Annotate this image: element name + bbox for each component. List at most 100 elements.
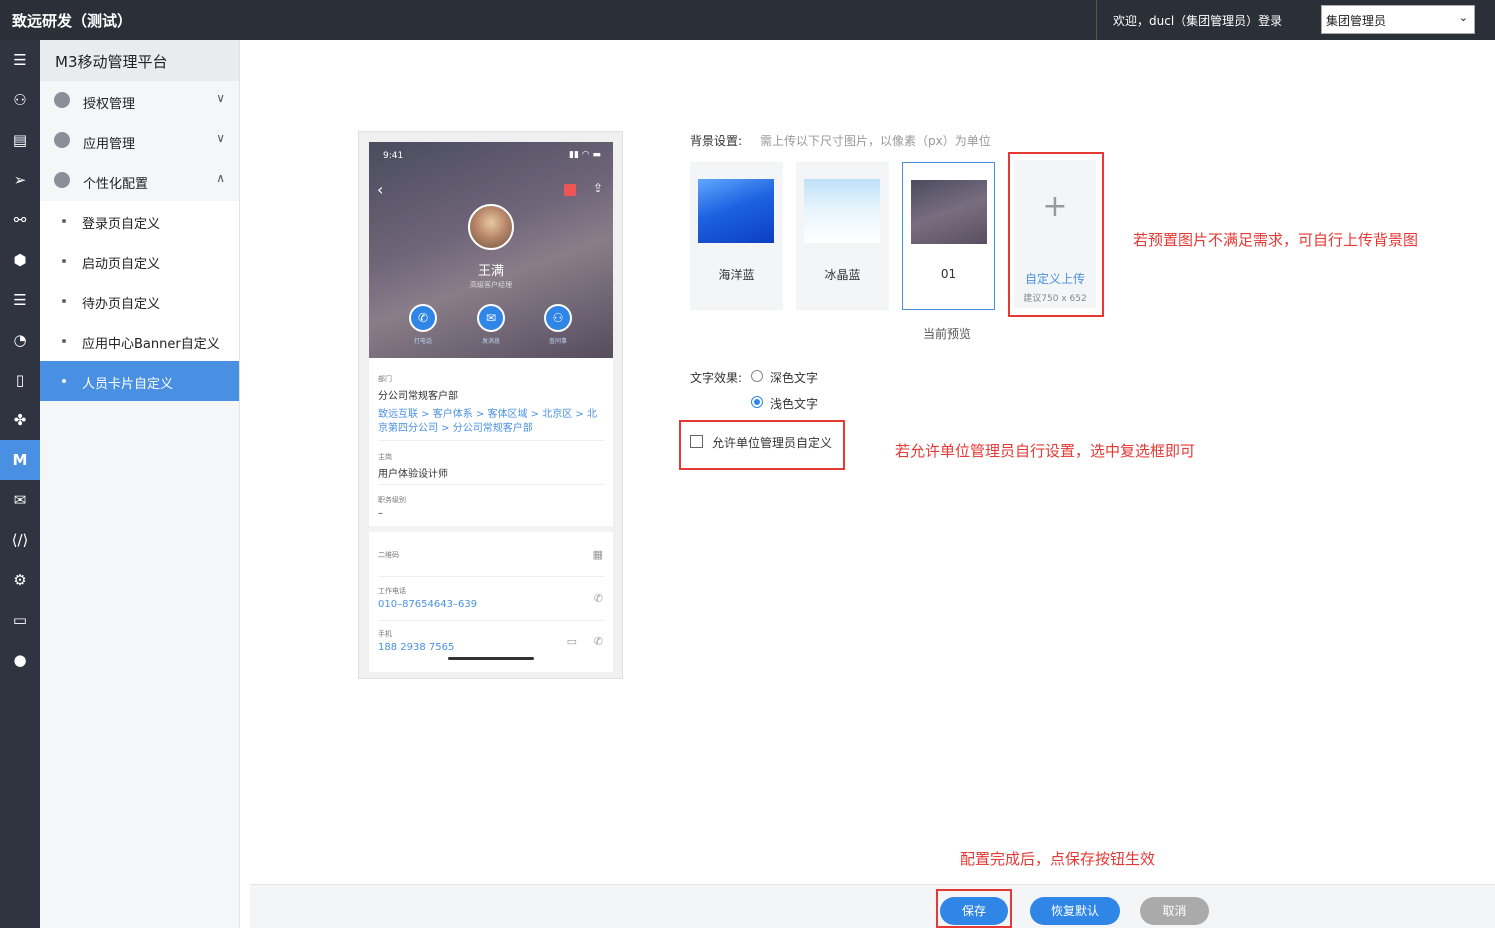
server-icon[interactable]: ☰ xyxy=(0,280,40,320)
icon-bar: ☰ ⚇ ▤ ➢ ⚯ ⬢ ☰ ◔ ▯ ✤ M ✉ ⟨/⟩ ⚙ ▭ ● xyxy=(0,40,40,928)
palette-icon xyxy=(54,172,70,188)
sidebar-subitem-todo[interactable]: 待办页自定义 xyxy=(40,281,239,321)
sidebar-subitem-label: 登录页自定义 xyxy=(82,217,161,232)
status-time: 9:41 xyxy=(383,151,404,161)
radio-light-text-label: 浅色文字 xyxy=(770,397,819,411)
gear-icon xyxy=(54,92,70,108)
chat-icon[interactable]: ✉ xyxy=(0,480,40,520)
user-icon[interactable]: ● xyxy=(0,640,40,680)
work-phone-value: 010–87654643–639 xyxy=(378,599,478,610)
footer-bar xyxy=(250,884,1495,928)
send-icon[interactable]: ➢ xyxy=(0,160,40,200)
apps-icon[interactable]: ✤ xyxy=(0,400,40,440)
back-icon: ‹ xyxy=(377,180,384,199)
post-label: 主岗 xyxy=(378,453,392,461)
settings-icon[interactable]: ⚙ xyxy=(0,560,40,600)
link-icon[interactable]: ⚯ xyxy=(0,200,40,240)
bg-option-ocean[interactable]: 海洋蓝 xyxy=(690,162,783,310)
person-title: 高级客户经理 xyxy=(470,281,512,289)
divider xyxy=(378,484,604,485)
action-label-message: 发消息 xyxy=(481,338,500,345)
card-hero: 9:41 ▮▮ ◠ ▬ ‹ ⇪ 王满 高级客户经理 ✆ ✉ ⚇ 打电话 发消息 … xyxy=(369,142,613,358)
annotation-box-upload xyxy=(1008,152,1104,317)
sidebar-item-auth[interactable]: 授权管理 ∨ xyxy=(40,81,239,121)
person-name: 王满 xyxy=(477,264,504,279)
chevron-up-icon: ∧ xyxy=(216,171,225,185)
sidebar-item-personalize[interactable]: 个性化配置 ∧ xyxy=(40,161,239,201)
chevron-down-icon: ∨ xyxy=(216,91,225,105)
cancel-button[interactable]: 取消 xyxy=(1140,897,1209,925)
share-icon: ⇪ xyxy=(592,181,603,195)
welcome-text: 欢迎，ducl（集团管理员）登录 xyxy=(1113,14,1283,28)
annotation-save-note: 配置完成后，点保存按钮生效 xyxy=(960,850,1156,868)
colleague-icon: ⚇ xyxy=(544,304,572,332)
dept-value: 分公司常规客户部 xyxy=(378,391,458,402)
sidebar-item-apps[interactable]: 应用管理 ∨ xyxy=(40,121,239,161)
annotation-box-checkbox xyxy=(679,420,845,470)
qr-label: 二维码 xyxy=(378,551,399,559)
phone-icon: ✆ xyxy=(593,635,603,648)
bullet-icon xyxy=(62,299,66,303)
monitor-icon[interactable]: ▭ xyxy=(0,600,40,640)
sidebar-subitem-banner[interactable]: 应用中心Banner自定义 xyxy=(40,321,239,361)
level-value: – xyxy=(378,508,383,519)
sidebar-subitem-label: 应用中心Banner自定义 xyxy=(82,337,220,352)
sidebar-subitem-login[interactable]: 登录页自定义 xyxy=(40,201,239,241)
qr-section: 二维码 xyxy=(378,550,604,560)
divider xyxy=(378,440,604,441)
radio-light-text[interactable] xyxy=(751,396,763,408)
bg-setting-label: 背景设置: xyxy=(690,134,743,148)
doc-icon[interactable]: ▯ xyxy=(0,360,40,400)
sidebar-subitem-card[interactable]: 人员卡片自定义 xyxy=(40,361,239,401)
topbar-divider xyxy=(1096,0,1097,40)
avatar xyxy=(468,204,514,250)
sms-icon: ▭ xyxy=(566,635,577,648)
annotation-box-save xyxy=(936,889,1012,928)
sidebar-item-label: 授权管理 xyxy=(83,97,136,112)
list-icon[interactable]: ▤ xyxy=(0,120,40,160)
divider xyxy=(378,620,604,621)
text-effect-label: 文字效果: xyxy=(690,371,743,385)
phone-screen: 9:41 ▮▮ ◠ ▬ ‹ ⇪ 王满 高级客户经理 ✆ ✉ ⚇ 打电话 发消息 … xyxy=(369,142,613,672)
signal-wifi-battery-icon: ▮▮ ◠ ▬ xyxy=(569,150,601,160)
bg-option-label: 01 xyxy=(940,267,957,281)
sidebar-item-label: 应用管理 xyxy=(83,137,136,152)
action-label-call: 打电话 xyxy=(413,338,432,345)
role-select[interactable]: 集团管理员 ⌄ xyxy=(1321,5,1475,34)
gauge-icon[interactable]: ◔ xyxy=(0,320,40,360)
sidebar-header: M3移动管理平台 xyxy=(40,40,239,81)
bg-thumb-01 xyxy=(911,180,987,244)
bg-setting-hint: 需上传以下尺寸图片，以像素（px）为单位 xyxy=(760,134,991,148)
dept-path: 致远互联 > 客户体系 > 客体区域 > 北京区 > 北京第四分公司 > 分公司… xyxy=(378,409,597,434)
bg-option-ice[interactable]: 冰晶蓝 xyxy=(796,162,889,310)
annotation-checkbox-note: 若允许单位管理员自行设置，选中复选框即可 xyxy=(895,442,1196,460)
work-phone-label: 工作电话 xyxy=(378,587,406,595)
divider xyxy=(378,576,604,577)
level-label: 职务级别 xyxy=(378,496,406,504)
m-icon[interactable]: M xyxy=(0,440,40,480)
code-icon[interactable]: ⟨/⟩ xyxy=(0,520,40,560)
radio-dark-text[interactable] xyxy=(751,370,763,382)
radio-dark-text-label: 深色文字 xyxy=(770,371,819,385)
dept-section: 部门 分公司常规客户部 致远互联 > 客户体系 > 客体区域 > 北京区 > 北… xyxy=(378,374,604,436)
sidebar-subitem-launch[interactable]: 启动页自定义 xyxy=(40,241,239,281)
reset-default-button[interactable]: 恢复默认 xyxy=(1030,897,1120,925)
bullet-icon xyxy=(62,379,66,383)
org-icon[interactable]: ⚇ xyxy=(0,80,40,120)
phone-preview: 9:41 ▮▮ ◠ ▬ ‹ ⇪ 王满 高级客户经理 ✆ ✉ ⚇ 打电话 发消息 … xyxy=(358,131,623,679)
sidebar-subitem-label: 人员卡片自定义 xyxy=(82,377,174,392)
cube-icon[interactable]: ⬢ xyxy=(0,240,40,280)
bullet-icon xyxy=(62,219,66,223)
home-indicator xyxy=(448,657,534,660)
phone-icon: ✆ xyxy=(409,304,437,332)
menu-icon[interactable]: ☰ xyxy=(0,40,40,80)
bg-option-label: 海洋蓝 xyxy=(718,268,755,282)
bg-option-label: 冰晶蓝 xyxy=(824,268,861,282)
message-icon: ✉ xyxy=(477,304,505,332)
sidebar-subitem-label: 待办页自定义 xyxy=(82,297,161,312)
chevron-down-icon: ∨ xyxy=(216,131,225,145)
bg-thumb-ocean xyxy=(698,179,774,243)
bullet-icon xyxy=(62,339,66,343)
bg-option-01[interactable]: 01 xyxy=(902,162,995,310)
favorite-icon xyxy=(564,184,576,196)
